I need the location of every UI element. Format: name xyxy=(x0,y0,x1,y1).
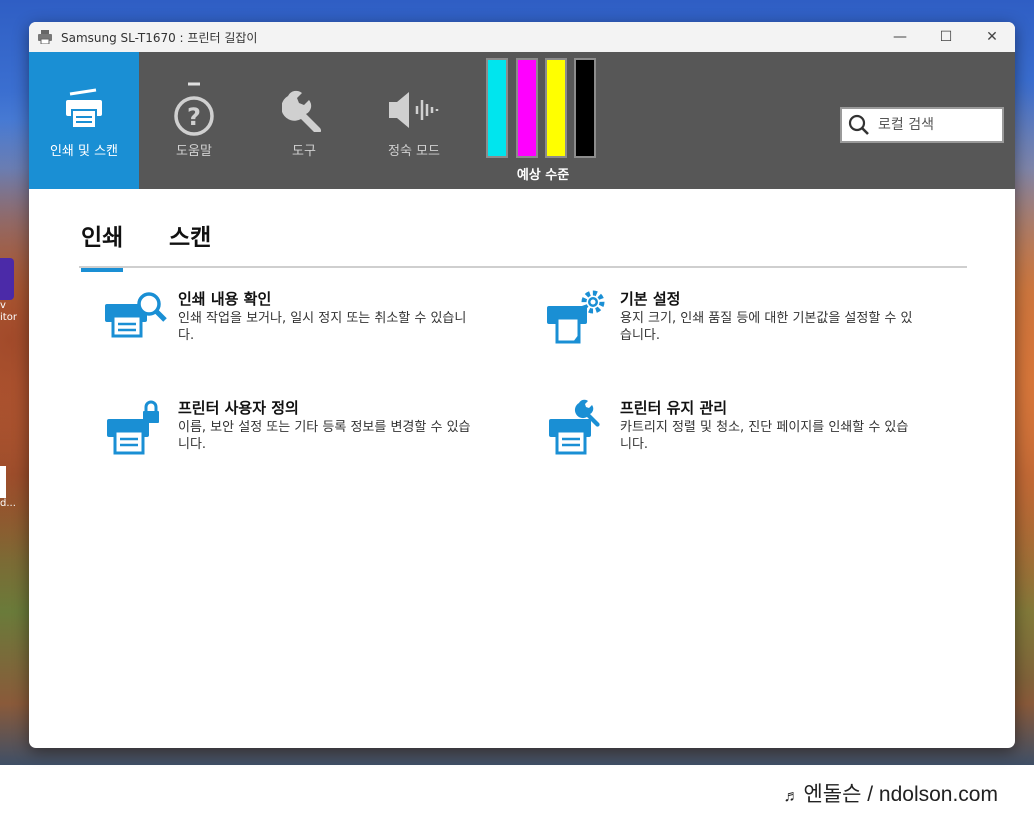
nav-label: 정숙 모드 xyxy=(388,144,440,159)
card-description: 카트리지 정렬 및 청소, 진단 페이지를 인쇄할 수 있습니다. xyxy=(620,420,909,452)
ink-cyan xyxy=(486,58,508,158)
watermark-text: 엔돌슨 / ndolson.com xyxy=(803,783,998,806)
help-icon: ? xyxy=(170,80,218,140)
main-toolbar: 인쇄 및 스캔 ? 도움말 도구 정숙 모드 예상 수준 로컬 검색 xyxy=(29,52,1015,189)
print-scan-icon xyxy=(62,80,106,140)
desktop-file-tile xyxy=(0,466,6,498)
content-tabs: 인쇄 스캔 xyxy=(79,212,967,272)
desktop-icon-label-2: d... xyxy=(0,498,16,509)
printer-wrench-icon xyxy=(549,399,600,455)
desktop-icon-file[interactable]: d... xyxy=(0,466,18,509)
svg-text:?: ? xyxy=(187,103,201,131)
ink-yellow xyxy=(545,58,567,158)
close-button[interactable]: ✕ xyxy=(969,22,1015,52)
window-title: Samsung SL-T1670 : 프린터 길잡이 xyxy=(61,30,258,45)
card-title: 프린터 사용자 정의 xyxy=(178,399,299,417)
search-icon xyxy=(848,114,869,135)
search-input[interactable] xyxy=(876,116,1000,134)
nav-help[interactable]: ? 도움말 xyxy=(139,52,249,189)
nav-print-scan[interactable]: 인쇄 및 스캔 xyxy=(29,52,139,189)
nav-label: 인쇄 및 스캔 xyxy=(49,144,119,159)
printer-lock-icon xyxy=(107,400,159,455)
ink-magenta xyxy=(516,58,538,158)
tab-scan[interactable]: 스캔 xyxy=(169,218,211,260)
quiet-mode-icon xyxy=(385,80,443,140)
local-search-box[interactable] xyxy=(840,107,1004,143)
card-default-settings[interactable]: 기본 설정 용지 크기, 인쇄 품질 등에 대한 기본값을 설정할 수 있습니다… xyxy=(545,288,925,368)
card-print-queue[interactable]: 인쇄 내용 확인 인쇄 작업을 보거나, 일시 정지 또는 취소할 수 있습니다… xyxy=(103,288,483,368)
printer-assistant-window: Samsung SL-T1670 : 프린터 길잡이 — ☐ ✕ 인쇄 및 스캔 xyxy=(29,22,1015,748)
card-description: 이름, 보안 설정 또는 기타 등록 정보를 변경할 수 있습니다. xyxy=(178,420,471,452)
card-title: 인쇄 내용 확인 xyxy=(178,290,272,308)
minimize-button[interactable]: — xyxy=(877,22,923,52)
nav-tools[interactable]: 도구 xyxy=(249,52,359,189)
wrench-icon xyxy=(282,80,326,140)
printer-app-icon xyxy=(38,30,52,44)
tab-print[interactable]: 인쇄 xyxy=(81,218,124,272)
window-controls: — ☐ ✕ xyxy=(877,22,1015,52)
card-description: 인쇄 작업을 보거나, 일시 정지 또는 취소할 수 있습니다. xyxy=(178,311,467,343)
maximize-button[interactable]: ☐ xyxy=(923,22,969,52)
card-title: 프린터 유지 관리 xyxy=(620,399,728,417)
nav-label: 도움말 xyxy=(176,144,212,159)
desktop-icon-label: v itor xyxy=(0,300,17,323)
ink-level-label: 예상 수준 xyxy=(516,168,570,183)
printer-gear-icon xyxy=(547,290,605,344)
card-printer-customize[interactable]: 프린터 사용자 정의 이름, 보안 설정 또는 기타 등록 정보를 변경할 수 … xyxy=(103,397,483,477)
printer-search-icon xyxy=(105,292,167,338)
title-bar[interactable]: Samsung SL-T1670 : 프린터 길잡이 — ☐ ✕ xyxy=(29,22,1015,52)
card-description: 용지 크기, 인쇄 품질 등에 대한 기본값을 설정할 수 있습니다. xyxy=(620,311,913,343)
desktop-app-tile xyxy=(0,258,14,300)
card-title: 기본 설정 xyxy=(620,290,681,308)
desktop-icon-app[interactable]: v itor xyxy=(0,258,18,324)
music-note-icon: ♬ xyxy=(783,788,800,805)
card-printer-maintenance[interactable]: 프린터 유지 관리 카트리지 정렬 및 청소, 진단 페이지를 인쇄할 수 있습… xyxy=(545,397,925,477)
nav-label: 도구 xyxy=(292,144,316,159)
watermark: ♬ 엔돌슨 / ndolson.com xyxy=(783,778,998,808)
nav-quiet-mode[interactable]: 정숙 모드 xyxy=(359,52,469,189)
ink-black xyxy=(574,58,596,158)
